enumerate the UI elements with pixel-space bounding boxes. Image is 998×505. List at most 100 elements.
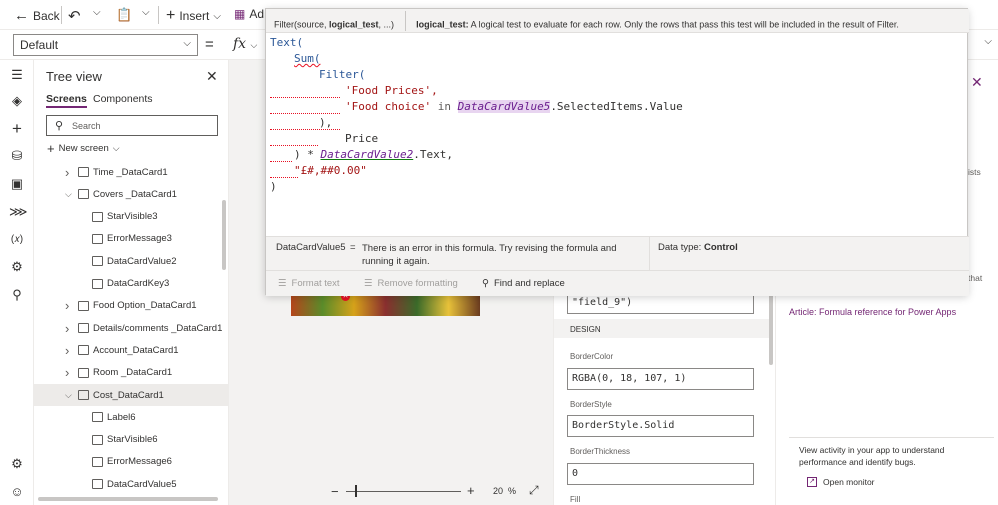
properties-scrollbar[interactable] [769,290,773,365]
chevron-right-icon[interactable]: › [65,343,69,358]
label-edit-icon [92,434,103,445]
text-input-icon [92,479,103,490]
card-icon [78,345,89,356]
truncated-text-1: ists [968,167,981,177]
tree-item-label: Cost_DataCard1 [93,389,164,401]
zoom-in-button[interactable]: + [467,483,475,498]
fill-label: Fill [570,495,581,504]
error-squiggle [270,145,318,146]
hamburger-menu-icon[interactable]: ☰ [9,67,25,83]
tree-item[interactable]: ⌵ Covers _DataCard1 [34,183,229,205]
tab-screens[interactable]: Screens [46,93,87,108]
tree-item[interactable]: › Account_DataCard1 [34,339,229,361]
monitor-chart-icon: ↗ [807,477,817,487]
chevron-right-icon[interactable]: › [65,298,69,313]
database-icon: ▦ [234,7,246,21]
tree-item[interactable]: DataCardValue5 [34,473,229,495]
border-style-input[interactable]: BorderStyle.Solid [567,415,754,437]
media-icon[interactable]: ▣ [9,176,25,192]
tree-item-label: Covers _DataCard1 [93,188,177,200]
search-input[interactable]: ⚲ Search [46,115,218,136]
settings-gear-icon[interactable]: ⚙ [9,456,25,472]
tree-item[interactable]: › Room _DataCard1 [34,362,229,384]
open-monitor-link[interactable]: ↗ Open monitor [807,477,875,487]
plus-icon: + [47,141,55,156]
tree-item[interactable]: StarVisible6 [34,429,229,451]
error-squiggle [270,113,340,114]
layers-icon[interactable]: ◈ [9,93,25,109]
tree-item[interactable]: DataCardValue2 [34,250,229,272]
close-icon[interactable]: ✕ [971,74,983,91]
undo-button[interactable]: ↶ [68,7,81,25]
code-line: 'Food choice' in DataCardValue5.Selected… [345,100,683,113]
power-automate-icon[interactable]: ⋙ [9,204,28,220]
chevron-down-icon: ⌵ [142,7,150,18]
left-rail: ☰ ◈ + ⛁ ▣ ⋙ (𝑥) ⚙ ⚲ ⚙ ☺ [0,60,34,505]
insert-button[interactable]: + Insert ⌵ [166,7,221,25]
virtual-agent-icon[interactable]: ☺ [9,484,25,500]
tree-item[interactable]: › Food Option_DataCard1 [34,295,229,317]
tree-item-label: Room _DataCard1 [93,367,173,379]
tree-item[interactable]: DataCardKey3 [34,273,229,295]
formula-code-editor[interactable]: Text( Sum( Filter( 'Food Prices', 'Food … [266,33,969,236]
data-cylinder-icon[interactable]: ⛁ [9,148,25,164]
back-button[interactable]: ← Back [14,7,60,24]
tree-item[interactable]: › Time _DataCard1 [34,161,229,183]
paste-dropdown[interactable]: ⌵ [142,7,150,18]
formula-reference-link[interactable]: Article: Formula reference for Power App… [789,307,956,317]
back-arrow-icon: ← [14,7,29,24]
advanced-tools-icon[interactable]: ⚙ [9,259,25,275]
zoom-slider-thumb[interactable] [355,485,357,497]
tree-item[interactable]: Label6 [34,406,229,428]
tree-item-label: ErrorMessage6 [107,456,172,468]
divider [404,11,406,31]
border-color-input[interactable]: RGBA(0, 18, 107, 1) [567,368,754,390]
remove-formatting-button[interactable]: ☰ Remove formatting [364,278,458,289]
variables-icon[interactable]: (𝑥) [9,232,25,248]
zoom-out-button[interactable]: − [331,484,339,499]
tree-item[interactable]: StarVisible3 [34,206,229,228]
search-icon[interactable]: ⚲ [9,287,25,303]
chevron-down-icon[interactable]: ⌵ [65,189,72,200]
tab-components[interactable]: Components [93,93,153,105]
tree-horizontal-scrollbar[interactable] [38,497,218,501]
border-thickness-input[interactable]: 0 [567,463,754,485]
find-replace-button[interactable]: ⚲ Find and replace [482,278,565,289]
tree-item[interactable]: ErrorMessage3 [34,228,229,250]
chevron-down-icon[interactable]: ⌵ [65,390,72,401]
format-lines-icon: ☰ [278,278,287,289]
chevron-right-icon[interactable]: › [65,365,69,380]
tree-scrollbar[interactable] [222,200,226,270]
paste-button[interactable]: 📋 [116,7,132,23]
expand-formula-icon[interactable]: ⌵ [984,36,992,47]
tree-view-panel: Tree view ✕ Screens Components ⚲ Search … [34,60,229,505]
tree-item-label: DataCardValue2 [107,255,177,267]
add-data-button[interactable]: ▦ Ad [234,7,264,21]
tree-item-label: Account_DataCard1 [93,344,179,356]
card-icon [78,323,89,334]
tree-item-label: Details/comments _DataCard1 [93,322,223,334]
tree-item[interactable]: › Details/comments _DataCard1 [34,317,229,339]
chevron-right-icon[interactable]: › [65,165,69,180]
divider [789,437,994,438]
undo-dropdown[interactable]: ⌵ [93,7,101,18]
format-text-button[interactable]: ☰ Format text [278,278,340,289]
tree-item[interactable]: ⌵ Cost_DataCard1 [34,384,229,406]
zoom-slider[interactable] [346,491,461,492]
tree-item-label: DataCardKey3 [107,278,170,289]
equals-sign: = [205,36,214,53]
new-screen-button[interactable]: + New screen ⌵ [47,141,120,156]
fit-to-window-icon[interactable]: ⤢ [529,483,539,498]
close-icon[interactable]: ✕ [206,68,218,85]
label-edit-icon [92,233,103,244]
border-style-label: BorderStyle [570,400,612,409]
property-dropdown[interactable]: Default ⌵ [13,34,198,56]
card-icon [78,300,89,311]
insert-plus-icon[interactable]: + [9,120,25,137]
fx-button[interactable]: fx ⌵ [233,36,257,52]
tree-item-label: Food Option_DataCard1 [93,300,197,312]
tree-item-label: StarVisible3 [107,211,158,223]
tree-item[interactable]: ErrorMessage6 [34,451,229,473]
zoom-bar: − + 20 % ⤢ [229,480,553,505]
chevron-right-icon[interactable]: › [65,321,69,336]
